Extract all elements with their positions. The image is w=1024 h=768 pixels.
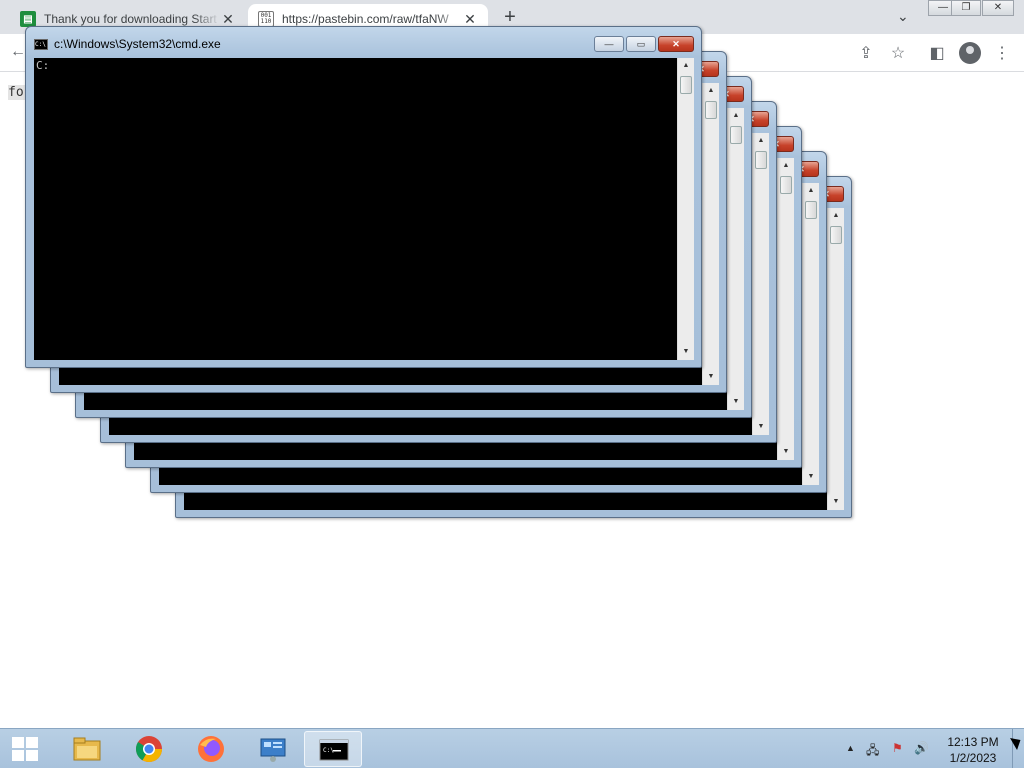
svg-text:C:\: C:\ — [323, 747, 334, 754]
volume-icon[interactable]: 🔊 — [914, 741, 929, 755]
taskbar: C:\ ▲ 🖧 ⚑ 🔊 12:13 PM 1/2/2023 — [0, 728, 1024, 768]
scroll-thumb[interactable] — [805, 201, 817, 219]
scroll-down-icon[interactable]: ▼ — [778, 444, 794, 460]
cmd-scrollbar[interactable]: ▲ ▼ — [802, 183, 819, 485]
taskbar-command-prompt[interactable]: C:\ — [304, 731, 362, 767]
scroll-thumb[interactable] — [755, 151, 767, 169]
chrome-icon — [135, 736, 163, 763]
folder-icon — [73, 737, 101, 761]
tray-overflow-icon[interactable]: ▲ — [846, 743, 855, 753]
taskbar-firefox[interactable] — [182, 731, 240, 767]
profile-avatar[interactable] — [959, 42, 981, 64]
cmd-scrollbar[interactable]: ▲ ▼ — [702, 83, 719, 385]
tab-close-icon[interactable]: ✕ — [462, 11, 478, 28]
scroll-down-icon[interactable]: ▼ — [703, 369, 719, 385]
scroll-thumb[interactable] — [705, 101, 717, 119]
clock-time: 12:13 PM — [947, 735, 999, 749]
taskbar-control-panel[interactable] — [244, 731, 302, 767]
command-prompt-icon: C:\ — [319, 739, 349, 761]
sheet-icon: ▤ — [20, 11, 36, 27]
clock-date: 1/2/2023 — [949, 751, 997, 765]
start-button[interactable] — [12, 737, 38, 761]
firefox-icon — [198, 736, 224, 762]
cmd-icon: C:\ — [34, 38, 48, 50]
network-icon[interactable]: 🖧 — [866, 741, 879, 762]
scroll-thumb[interactable] — [830, 226, 842, 244]
scroll-thumb[interactable] — [780, 176, 792, 194]
action-center-flag-icon[interactable]: ⚑ — [892, 741, 903, 755]
new-tab-button[interactable]: + — [500, 6, 520, 28]
scroll-up-icon[interactable]: ▲ — [753, 133, 769, 149]
side-panel-icon[interactable]: ◧ — [927, 43, 947, 63]
cmd-window-1[interactable]: C:\ c:\Windows\System32\cmd.exe — ▭ ✕ C:… — [25, 26, 702, 368]
scroll-up-icon[interactable]: ▲ — [828, 208, 844, 224]
scroll-up-icon[interactable]: ▲ — [703, 83, 719, 99]
browser-close-button[interactable]: ✕ — [982, 0, 1014, 16]
scroll-down-icon[interactable]: ▼ — [728, 394, 744, 410]
share-icon[interactable]: ⇪ — [856, 43, 876, 63]
cmd-scrollbar[interactable]: ▲ ▼ — [827, 208, 844, 510]
scroll-up-icon[interactable]: ▲ — [778, 158, 794, 174]
cmd-maximize-button[interactable]: ▭ — [626, 36, 656, 52]
cmd-prompt: C: — [36, 59, 50, 72]
cmd-scrollbar[interactable]: ▲ ▼ — [727, 108, 744, 410]
cmd-title: c:\Windows\System32\cmd.exe — [54, 37, 221, 51]
scroll-up-icon[interactable]: ▲ — [678, 58, 694, 74]
scroll-up-icon[interactable]: ▲ — [728, 108, 744, 124]
scroll-down-icon[interactable]: ▼ — [803, 469, 819, 485]
control-panel-icon — [260, 738, 286, 762]
taskbar-file-explorer[interactable] — [58, 731, 116, 767]
tab-search-icon[interactable]: ⌄ — [897, 8, 909, 25]
bookmark-star-icon[interactable]: ☆ — [888, 43, 908, 63]
scroll-up-icon[interactable]: ▲ — [803, 183, 819, 199]
cmd-close-button[interactable]: ✕ — [658, 36, 694, 52]
scroll-thumb[interactable] — [730, 126, 742, 144]
scroll-down-icon[interactable]: ▼ — [753, 419, 769, 435]
tab-title: Thank you for downloading Start — [44, 12, 217, 26]
browser-restore-button[interactable]: ❐ — [951, 0, 981, 16]
scroll-thumb[interactable] — [680, 76, 692, 94]
cmd-scrollbar[interactable]: ▲ ▼ — [752, 133, 769, 435]
scroll-down-icon[interactable]: ▼ — [678, 344, 694, 360]
cmd-minimize-button[interactable]: — — [594, 36, 624, 52]
cmd-scrollbar[interactable]: ▲ ▼ — [677, 58, 694, 360]
cmd-titlebar[interactable]: C:\ c:\Windows\System32\cmd.exe — [34, 36, 221, 52]
tab-title: https://pastebin.com/raw/tfaNW — [282, 12, 449, 26]
scroll-down-icon[interactable]: ▼ — [828, 494, 844, 510]
tab-close-icon[interactable]: ✕ — [220, 11, 236, 28]
menu-icon[interactable]: ⋮ — [992, 43, 1012, 63]
system-clock[interactable]: 12:13 PM 1/2/2023 — [940, 734, 1006, 766]
cmd-console[interactable]: C: — [34, 58, 677, 360]
bin-icon: 001 110 — [258, 11, 274, 27]
cmd-scrollbar[interactable]: ▲ ▼ — [777, 158, 794, 460]
windows-logo-icon — [12, 737, 24, 748]
taskbar-chrome[interactable] — [120, 731, 178, 767]
